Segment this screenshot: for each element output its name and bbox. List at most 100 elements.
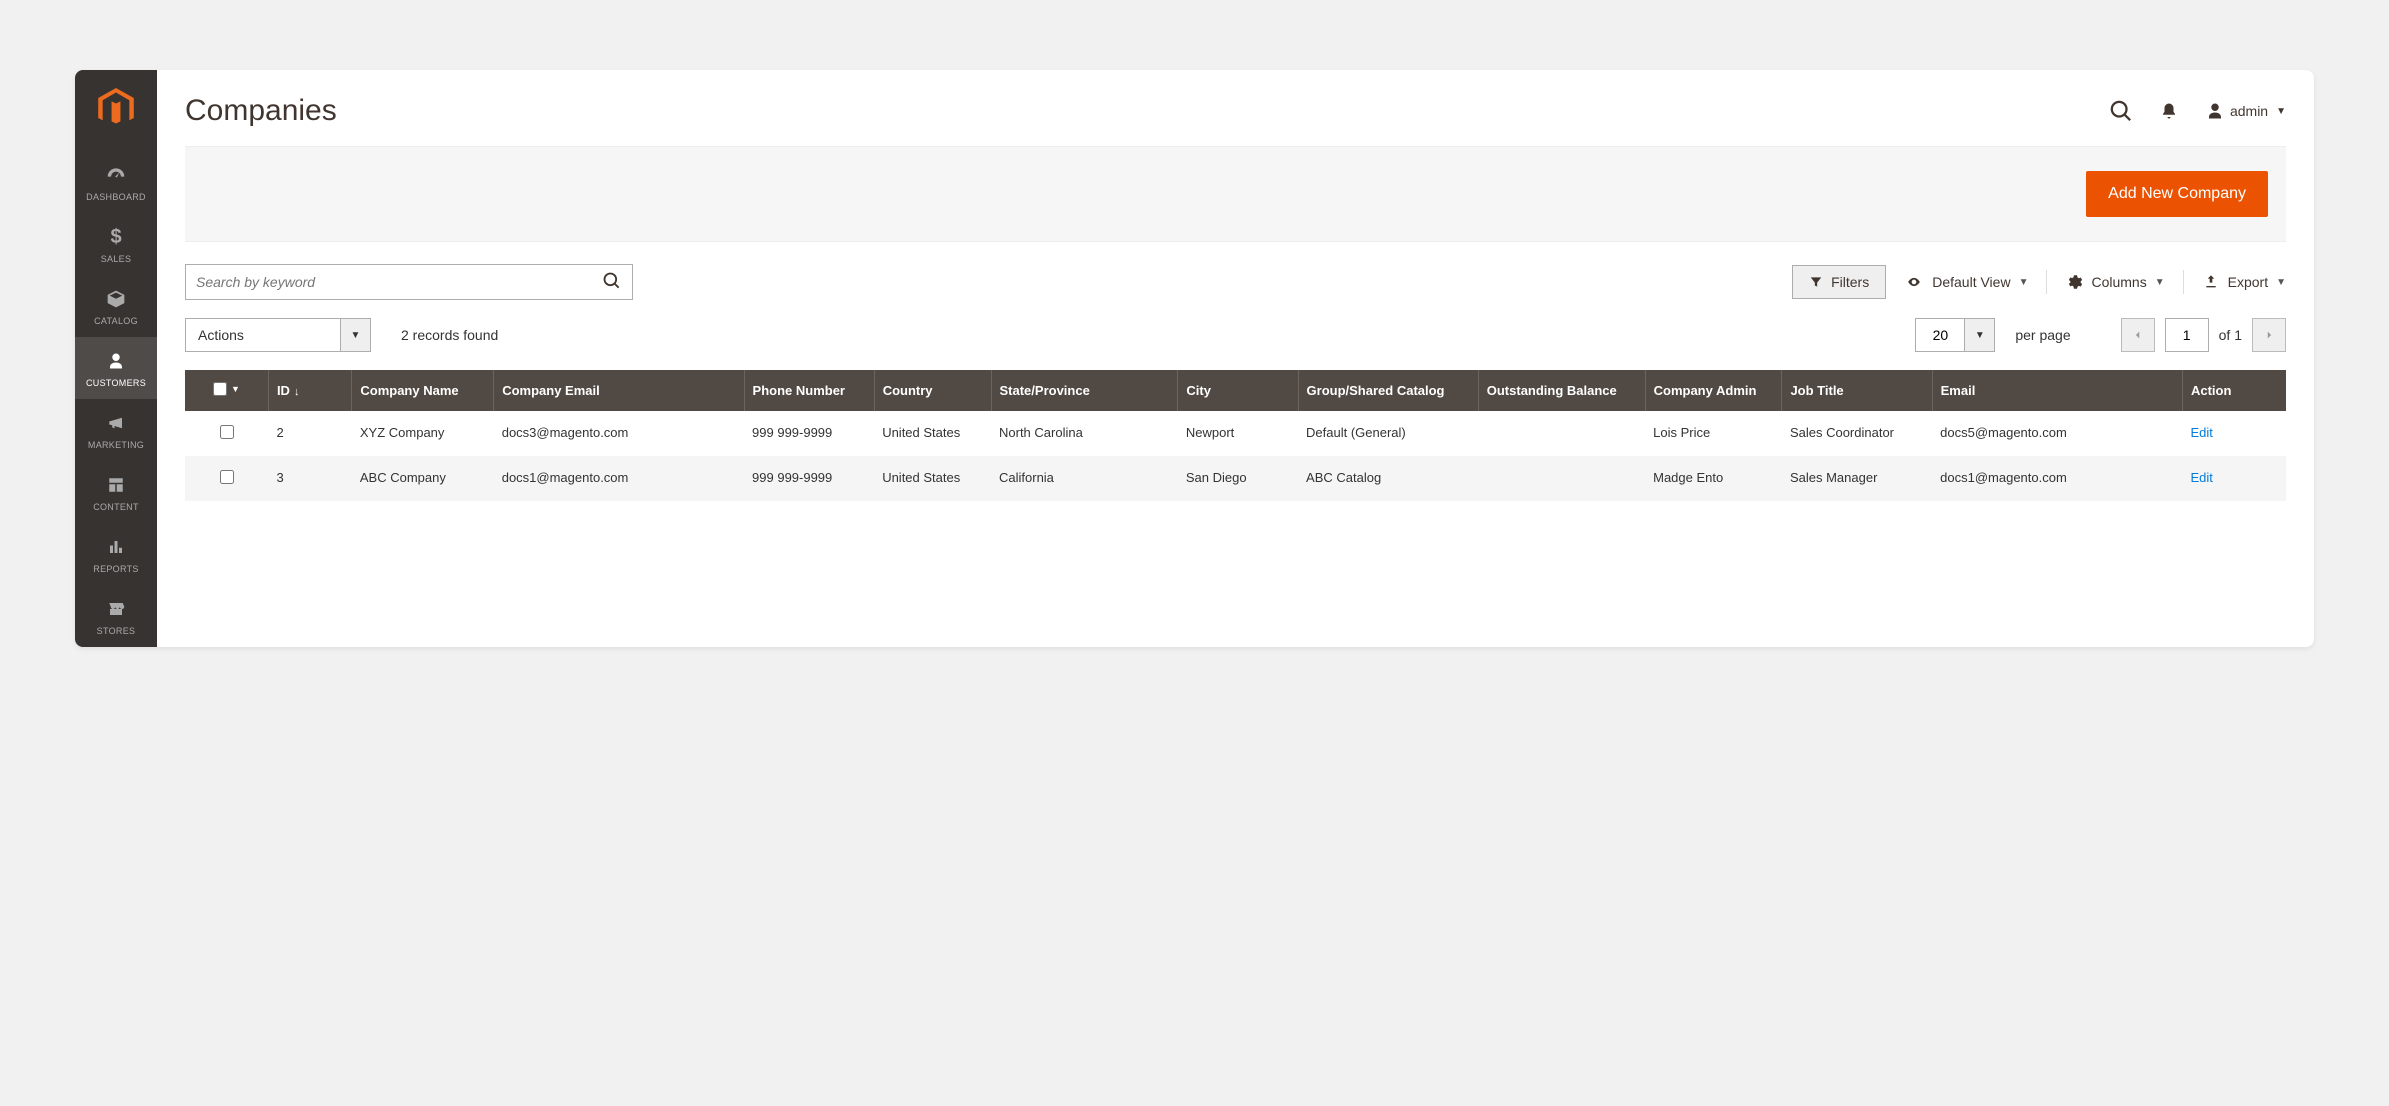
box-icon (106, 288, 126, 310)
gear-icon (2065, 273, 2083, 291)
col-header-phone[interactable]: Phone Number (744, 370, 874, 411)
cell-phone: 999 999-9999 (744, 456, 874, 501)
col-header-id[interactable]: ID↓ (268, 370, 351, 411)
chevron-right-icon (2264, 329, 2274, 341)
cell-city: San Diego (1178, 456, 1298, 501)
sidebar-item-label: CUSTOMERS (86, 378, 146, 388)
columns-dropdown[interactable]: Columns ▼ (2065, 273, 2164, 291)
col-header-admin[interactable]: Company Admin (1645, 370, 1782, 411)
cell-admin: Lois Price (1645, 411, 1782, 456)
search-input[interactable] (196, 274, 602, 290)
cell-company-email: docs3@magento.com (494, 411, 744, 456)
sort-desc-icon: ↓ (294, 386, 300, 398)
chevron-down-icon: ▼ (2276, 106, 2286, 117)
per-page-selector[interactable]: ▼ (1915, 318, 1995, 352)
select-all-header[interactable]: ▼ (185, 370, 268, 411)
default-view-dropdown[interactable]: Default View ▼ (1904, 274, 2028, 290)
table-row: 2XYZ Companydocs3@magento.com999 999-999… (185, 411, 2286, 456)
sidebar-item-reports[interactable]: REPORTS (75, 523, 157, 585)
sidebar-item-dashboard[interactable]: DASHBOARD (75, 151, 157, 213)
col-header-group[interactable]: Group/Shared Catalog (1298, 370, 1478, 411)
eye-icon (1904, 275, 1924, 289)
dollar-icon: $ (110, 226, 121, 248)
sidebar-item-label: CATALOG (94, 316, 138, 326)
col-header-state[interactable]: State/Province (991, 370, 1178, 411)
bar-chart-icon (107, 536, 125, 558)
cell-job: Sales Manager (1782, 456, 1932, 501)
col-header-job[interactable]: Job Title (1782, 370, 1932, 411)
divider (2183, 270, 2184, 294)
next-page-button[interactable] (2252, 318, 2286, 352)
sidebar-item-catalog[interactable]: CATALOG (75, 275, 157, 337)
toolbar-row: Filters Default View ▼ Columns ▼ Export (185, 264, 2286, 300)
chevron-down-icon: ▼ (1965, 318, 1995, 352)
sidebar-item-label: REPORTS (93, 564, 138, 574)
sidebar-item-label: CONTENT (93, 502, 139, 512)
chevron-down-icon: ▼ (341, 318, 371, 352)
main-content: Companies admin ▼ Add New Company (157, 70, 2314, 647)
filters-button[interactable]: Filters (1792, 265, 1886, 299)
page-input[interactable] (2165, 318, 2209, 352)
controls-row: Actions ▼ 2 records found ▼ per page of … (185, 318, 2286, 352)
prev-page-button[interactable] (2121, 318, 2155, 352)
magento-logo (98, 88, 134, 131)
sidebar-item-content[interactable]: CONTENT (75, 461, 157, 523)
col-header-company-name[interactable]: Company Name (352, 370, 494, 411)
cell-phone: 999 999-9999 (744, 411, 874, 456)
search-icon[interactable] (602, 271, 622, 294)
export-label: Export (2228, 274, 2268, 290)
person-icon (107, 350, 125, 372)
chevron-down-icon: ▼ (231, 384, 240, 394)
chevron-down-icon: ▼ (2019, 277, 2029, 288)
actions-dropdown[interactable]: Actions ▼ (185, 318, 371, 352)
add-new-company-button[interactable]: Add New Company (2086, 171, 2268, 217)
sidebar-item-label: DASHBOARD (86, 192, 146, 202)
col-header-email[interactable]: Email (1932, 370, 2182, 411)
bell-icon[interactable] (2160, 101, 2178, 121)
cell-balance (1478, 411, 1645, 456)
row-checkbox[interactable] (220, 470, 234, 484)
col-header-balance[interactable]: Outstanding Balance (1478, 370, 1645, 411)
cell-job: Sales Coordinator (1782, 411, 1932, 456)
sidebar-item-label: STORES (97, 626, 136, 636)
export-dropdown[interactable]: Export ▼ (2202, 274, 2286, 290)
admin-dropdown[interactable]: admin ▼ (2206, 102, 2286, 120)
sidebar-item-customers[interactable]: CUSTOMERS (75, 337, 157, 399)
cell-state: North Carolina (991, 411, 1178, 456)
col-header-city[interactable]: City (1178, 370, 1298, 411)
sidebar-item-sales[interactable]: $ SALES (75, 213, 157, 275)
cell-company-name: ABC Company (352, 456, 494, 501)
col-header-country[interactable]: Country (874, 370, 991, 411)
cell-company-name: XYZ Company (352, 411, 494, 456)
cell-city: Newport (1178, 411, 1298, 456)
funnel-icon (1809, 275, 1823, 289)
companies-grid: ▼ ID↓ Company Name Company Email Phone N… (185, 370, 2286, 501)
cell-email: docs1@magento.com (1932, 456, 2182, 501)
actions-label: Actions (185, 318, 341, 352)
table-row: 3ABC Companydocs1@magento.com999 999-999… (185, 456, 2286, 501)
export-icon (2202, 274, 2220, 290)
gauge-icon (105, 164, 127, 186)
search-icon[interactable] (2110, 100, 2132, 122)
action-band: Add New Company (185, 146, 2286, 242)
sidebar-item-marketing[interactable]: MARKETING (75, 399, 157, 461)
cell-company-email: docs1@magento.com (494, 456, 744, 501)
select-all-checkbox[interactable] (213, 382, 227, 396)
store-icon (106, 598, 126, 620)
cell-group: Default (General) (1298, 411, 1478, 456)
divider (2046, 270, 2047, 294)
page-of-label: of 1 (2219, 327, 2242, 343)
user-icon (2206, 102, 2224, 120)
records-found: 2 records found (401, 327, 498, 343)
per-page-input[interactable] (1915, 318, 1965, 352)
col-header-company-email[interactable]: Company Email (494, 370, 744, 411)
sidebar-item-stores[interactable]: STORES (75, 585, 157, 647)
grid-header-row: ▼ ID↓ Company Name Company Email Phone N… (185, 370, 2286, 411)
edit-link[interactable]: Edit (2190, 425, 2212, 440)
search-box (185, 264, 633, 300)
col-header-action: Action (2182, 370, 2286, 411)
row-checkbox[interactable] (220, 425, 234, 439)
chevron-down-icon: ▼ (2155, 277, 2165, 288)
page-title: Companies (185, 94, 337, 128)
edit-link[interactable]: Edit (2190, 470, 2212, 485)
